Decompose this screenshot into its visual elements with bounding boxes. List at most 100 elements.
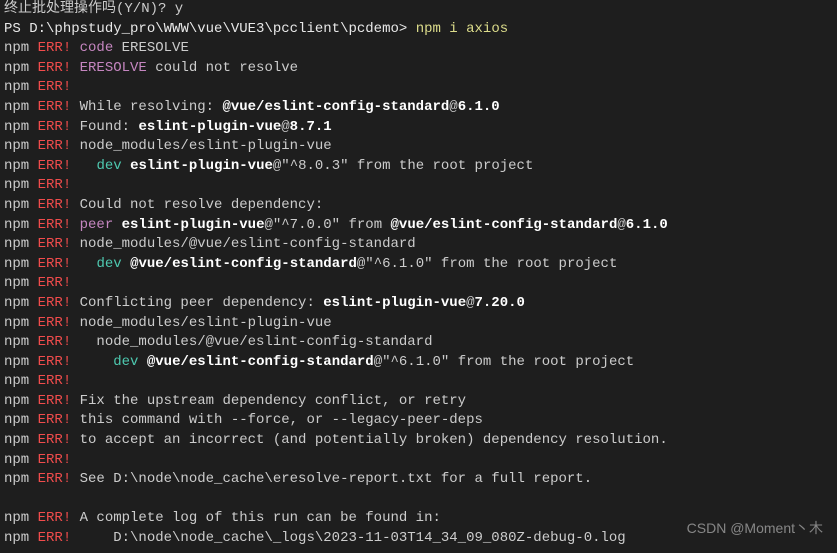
err-label: ERR! (38, 452, 72, 468)
npm-label: npm (4, 315, 38, 331)
indent (71, 256, 96, 272)
code-value: ERESOLVE (122, 40, 189, 56)
log-line: npm ERR! (4, 176, 833, 196)
err-label: ERR! (38, 295, 72, 311)
ver: 7.20.0 (475, 295, 525, 311)
log-line: npm ERR! ERESOLVE could not resolve (4, 59, 833, 79)
err-label: ERR! (38, 256, 72, 272)
err-label: ERR! (38, 510, 72, 526)
err-label: ERR! (38, 334, 72, 350)
npm-label: npm (4, 79, 38, 95)
msg: Found: (71, 119, 138, 135)
at: @ (449, 99, 457, 115)
dev: dev (96, 158, 121, 174)
log-line: npm ERR! code ERESOLVE (4, 39, 833, 59)
npm-label: npm (4, 275, 38, 291)
npm-label: npm (4, 256, 38, 272)
log-line: npm ERR! (4, 274, 833, 294)
from: from the root project (349, 158, 534, 174)
partial-top-line: 终止批处理操作吗(Y/N)? y (4, 0, 833, 20)
npm-label: npm (4, 99, 38, 115)
log-line: npm ERR! node_modules/@vue/eslint-config… (4, 333, 833, 353)
msg: node_modules/@vue/eslint-config-standard (71, 334, 432, 350)
terminal-output[interactable]: 终止批处理操作吗(Y/N)? y PS D:\phpstudy_pro\WWW\… (0, 0, 837, 549)
npm-label: npm (4, 158, 38, 174)
command: npm i axios (416, 21, 508, 37)
pkg: @vue/eslint-config-standard (222, 99, 449, 115)
range: @"^6.1.0" (374, 354, 450, 370)
err-label: ERR! (38, 217, 72, 233)
err-label: ERR! (38, 60, 72, 76)
at: @ (281, 119, 289, 135)
err-label: ERR! (38, 236, 72, 252)
log-line: npm ERR! peer eslint-plugin-vue@"^7.0.0"… (4, 216, 833, 236)
pkg: eslint-plugin-vue (130, 158, 273, 174)
log-line: npm ERR! to accept an incorrect (and pot… (4, 431, 833, 451)
code-label: code (71, 40, 121, 56)
err-label: ERR! (38, 79, 72, 95)
sep: > (399, 21, 416, 37)
watermark: CSDN @Moment丶木 (687, 519, 823, 539)
blank-line (4, 490, 833, 510)
npm-label: npm (4, 432, 38, 448)
ps: PS (4, 21, 29, 37)
npm-label: npm (4, 334, 38, 350)
err-label: ERR! (38, 530, 72, 546)
at: @ (466, 295, 474, 311)
log-line: npm ERR! (4, 451, 833, 471)
msg: node_modules/eslint-plugin-vue (71, 138, 331, 154)
err-label: ERR! (38, 275, 72, 291)
msg: Fix the upstream dependency conflict, or… (71, 393, 466, 409)
npm-label: npm (4, 119, 38, 135)
err-label: ERR! (38, 354, 72, 370)
err-label: ERR! (38, 158, 72, 174)
pkg: eslint-plugin-vue (138, 119, 281, 135)
log-line: npm ERR! node_modules/eslint-plugin-vue (4, 137, 833, 157)
pkg: @vue/eslint-config-standard (391, 217, 618, 233)
npm-label: npm (4, 471, 38, 487)
npm-label: npm (4, 354, 38, 370)
err-label: ERR! (38, 177, 72, 193)
path: D:\phpstudy_pro\WWW\vue\VUE3\pcclient\pc… (29, 21, 399, 37)
log-line: npm ERR! node_modules/@vue/eslint-config… (4, 235, 833, 255)
dev: dev (96, 256, 121, 272)
log-line: npm ERR! this command with --force, or -… (4, 411, 833, 431)
npm-label: npm (4, 217, 38, 233)
npm-label: npm (4, 452, 38, 468)
msg: A complete log of this run can be found … (71, 510, 441, 526)
npm-label: npm (4, 236, 38, 252)
pkg: @vue/eslint-config-standard (147, 354, 374, 370)
msg: to accept an incorrect (and potentially … (71, 432, 668, 448)
peer: peer (71, 217, 121, 233)
err-label: ERR! (38, 197, 72, 213)
prompt-line: PS D:\phpstudy_pro\WWW\vue\VUE3\pcclient… (4, 20, 833, 40)
npm-label: npm (4, 295, 38, 311)
msg: could not resolve (147, 60, 298, 76)
range: @"^6.1.0" (357, 256, 433, 272)
err-label: ERR! (38, 315, 72, 331)
err-label: ERR! (38, 373, 72, 389)
prev-text: 终止批处理操作吗(Y/N)? y (4, 1, 183, 17)
range: @"^7.0.0" (264, 217, 340, 233)
err-label: ERR! (38, 471, 72, 487)
sp (138, 354, 146, 370)
msg: node_modules/@vue/eslint-config-standard (71, 236, 415, 252)
log-line: npm ERR! Could not resolve dependency: (4, 196, 833, 216)
msg: See D:\node\node_cache\eresolve-report.t… (71, 471, 592, 487)
pkg: eslint-plugin-vue (122, 217, 265, 233)
eresolve: ERESOLVE (71, 60, 147, 76)
dev: dev (113, 354, 138, 370)
log-line: npm ERR! (4, 78, 833, 98)
err-label: ERR! (38, 393, 72, 409)
log-line: npm ERR! node_modules/eslint-plugin-vue (4, 314, 833, 334)
msg: this command with --force, or --legacy-p… (71, 412, 483, 428)
log-line: npm ERR! Found: eslint-plugin-vue@8.7.1 (4, 118, 833, 138)
npm-label: npm (4, 393, 38, 409)
npm-label: npm (4, 197, 38, 213)
npm-label: npm (4, 40, 38, 56)
msg: Could not resolve dependency: (71, 197, 323, 213)
log-line: npm ERR! (4, 372, 833, 392)
err-label: ERR! (38, 432, 72, 448)
err-label: ERR! (38, 412, 72, 428)
err-label: ERR! (38, 40, 72, 56)
